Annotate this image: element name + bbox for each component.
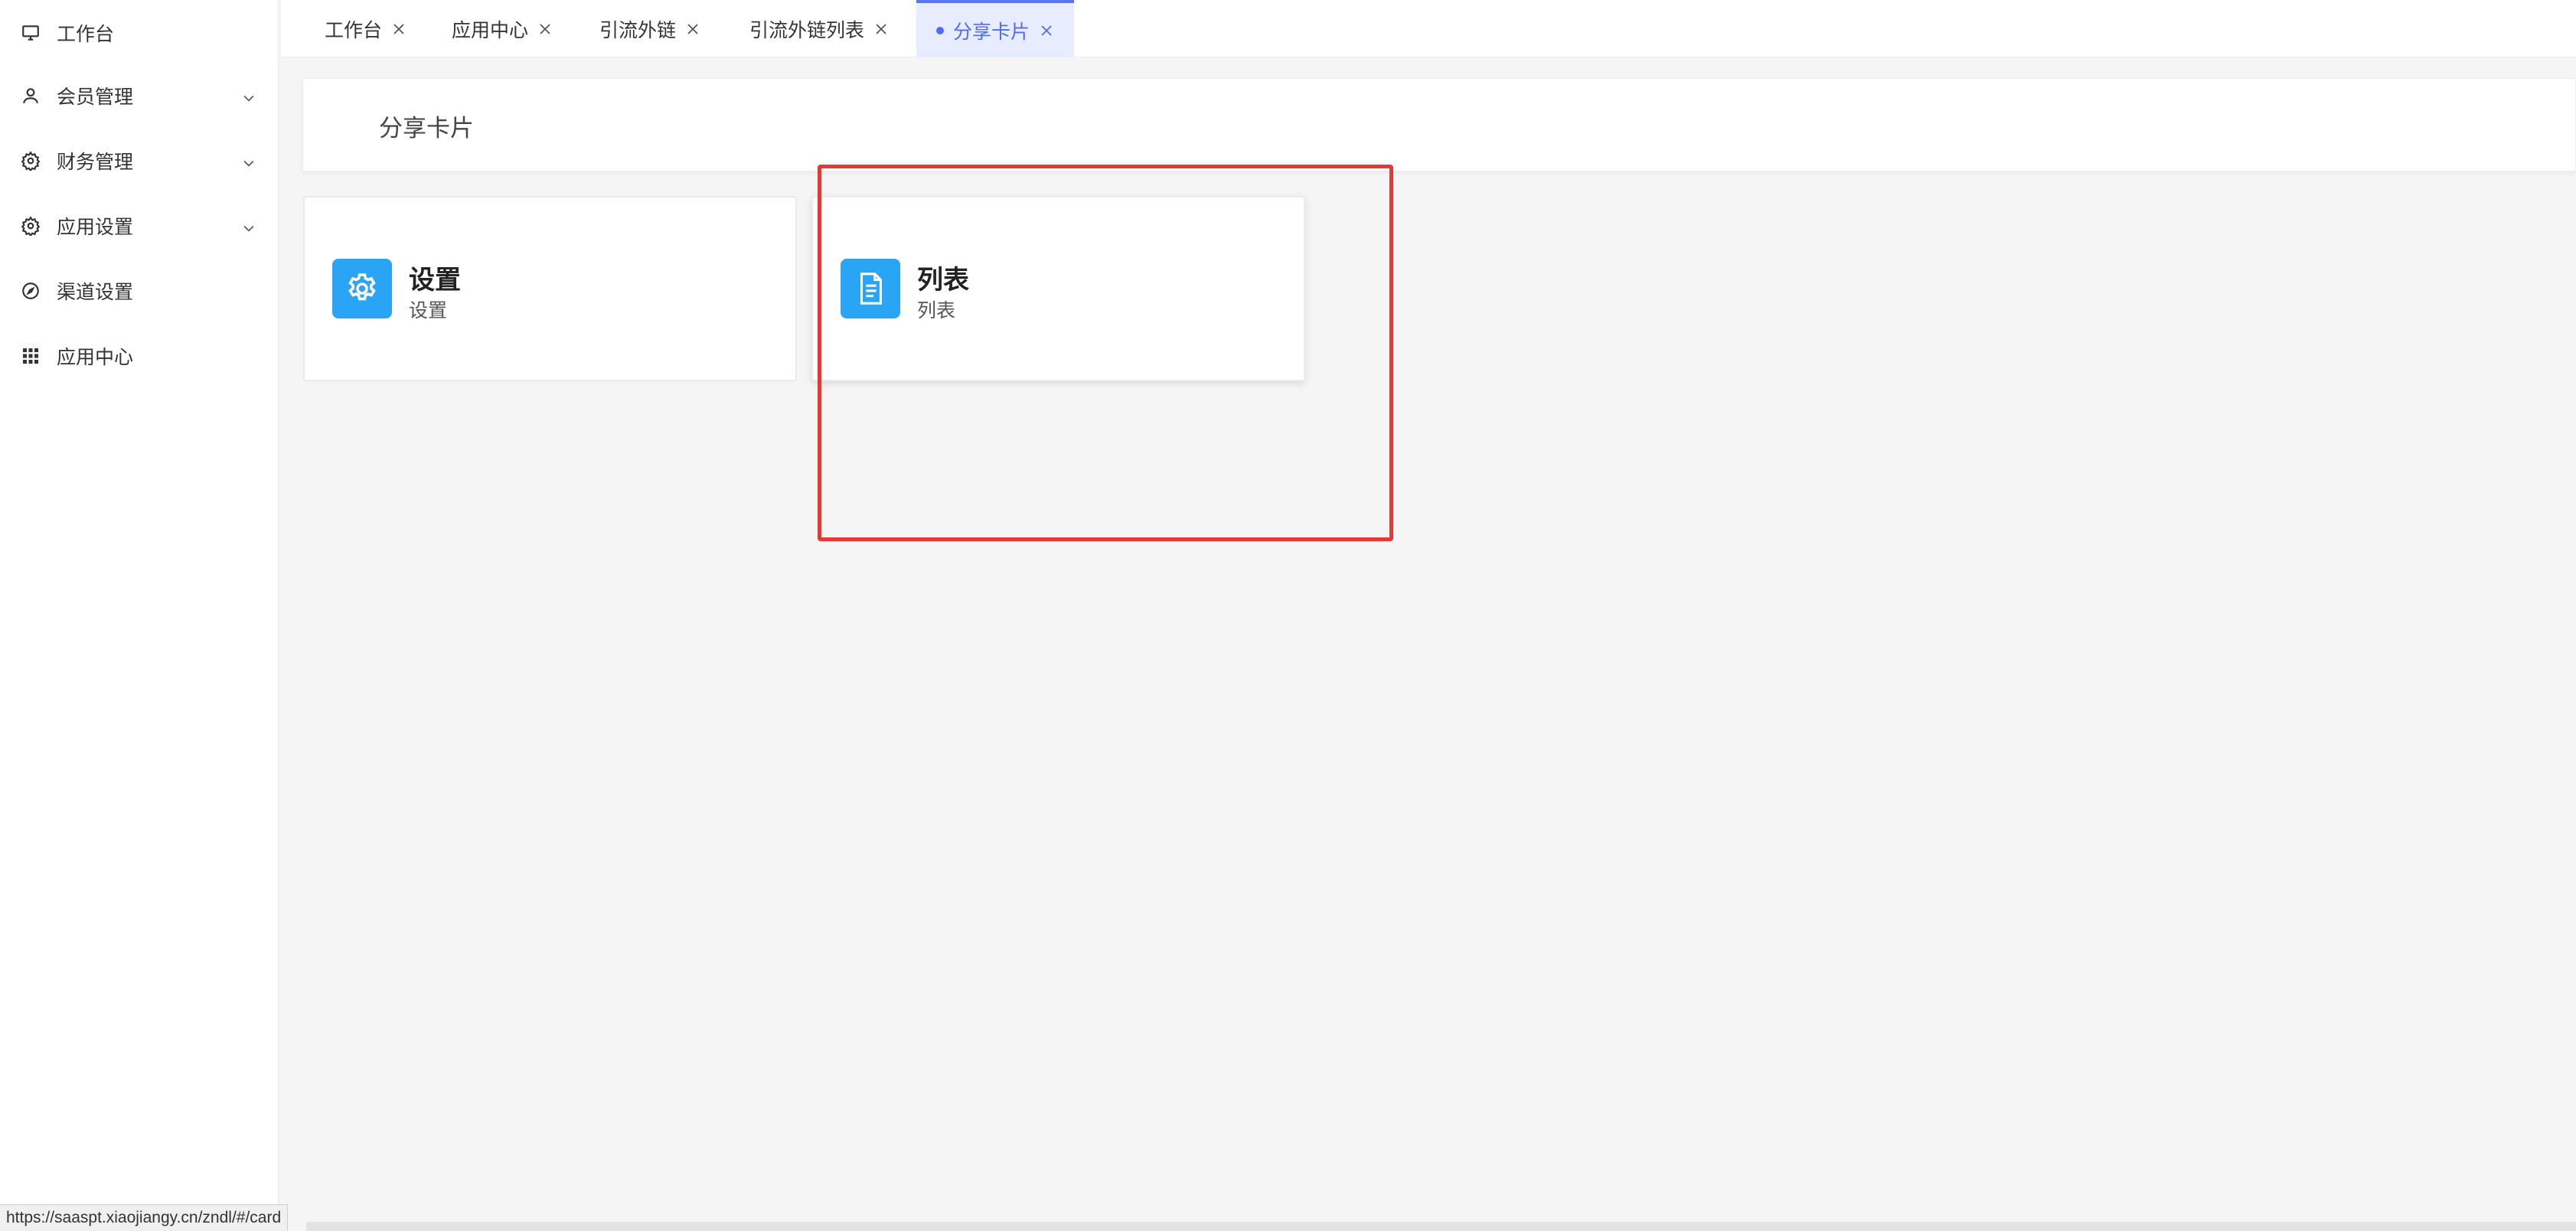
gear-icon bbox=[20, 215, 41, 237]
tab-label: 应用中心 bbox=[452, 18, 529, 41]
grid-icon bbox=[20, 345, 41, 367]
compass-icon bbox=[20, 280, 41, 302]
sidebar-item-member-management[interactable]: 会员管理 bbox=[0, 63, 279, 129]
card-title: 列表 bbox=[917, 265, 969, 296]
page-title: 分享卡片 bbox=[379, 114, 474, 142]
tab-app-center[interactable]: 应用中心 bbox=[452, 0, 553, 57]
close-icon[interactable] bbox=[391, 21, 406, 37]
sidebar: 工作台 会员管理 财务管理 应用设置 渠道设置 应用中心 bbox=[0, 0, 279, 1231]
sidebar-item-workbench[interactable]: 工作台 bbox=[0, 0, 279, 66]
tab-traffic-link[interactable]: 引流外链 bbox=[599, 0, 700, 57]
sidebar-item-app-settings[interactable]: 应用设置 bbox=[0, 193, 279, 259]
tab-label: 分享卡片 bbox=[953, 20, 1030, 43]
tab-label: 引流外链 bbox=[599, 18, 677, 41]
sidebar-item-label: 应用中心 bbox=[57, 346, 134, 368]
chevron-down-icon bbox=[241, 218, 256, 233]
close-icon[interactable] bbox=[537, 21, 553, 37]
card-settings[interactable]: 设置 设置 bbox=[303, 196, 797, 381]
user-icon bbox=[20, 85, 41, 106]
gear-icon bbox=[20, 150, 41, 171]
card-list[interactable]: 列表 列表 bbox=[811, 196, 1305, 381]
tab-label: 引流外链列表 bbox=[749, 18, 865, 41]
sidebar-item-label: 工作台 bbox=[57, 23, 115, 45]
document-icon bbox=[841, 259, 900, 318]
sidebar-item-finance-management[interactable]: 财务管理 bbox=[0, 128, 279, 194]
card-title: 设置 bbox=[409, 265, 461, 296]
tab-traffic-link-list[interactable]: 引流外链列表 bbox=[749, 0, 889, 57]
chevron-down-icon bbox=[241, 88, 256, 103]
sidebar-item-label: 会员管理 bbox=[57, 86, 134, 108]
close-icon[interactable] bbox=[873, 21, 889, 37]
close-icon[interactable] bbox=[685, 21, 700, 37]
sidebar-item-app-center[interactable]: 应用中心 bbox=[0, 323, 279, 389]
gear-icon bbox=[332, 259, 392, 318]
sidebar-item-channel-settings[interactable]: 渠道设置 bbox=[0, 258, 279, 324]
close-icon[interactable] bbox=[1039, 23, 1054, 38]
monitor-icon bbox=[20, 22, 41, 44]
sidebar-item-label: 应用设置 bbox=[57, 216, 134, 238]
active-dot bbox=[936, 26, 944, 34]
tab-share-card[interactable]: 分享卡片 bbox=[916, 0, 1075, 57]
sidebar-item-label: 财务管理 bbox=[57, 151, 134, 173]
tab-label: 工作台 bbox=[325, 18, 383, 41]
horizontal-scrollbar[interactable] bbox=[306, 1222, 2576, 1231]
page-header: 分享卡片 bbox=[302, 78, 2576, 171]
status-bar-url: https://saaspt.xiaojiangy.cn/zndl/#/card bbox=[0, 1204, 289, 1231]
tab-workbench[interactable]: 工作台 bbox=[325, 0, 406, 57]
chevron-down-icon bbox=[241, 153, 256, 168]
tab-bar: 工作台 应用中心 引流外链 引流外链列表 分享卡片 bbox=[281, 0, 2576, 57]
card-subtitle: 列表 bbox=[917, 299, 956, 322]
card-subtitle: 设置 bbox=[409, 299, 448, 322]
sidebar-item-label: 渠道设置 bbox=[57, 281, 134, 303]
